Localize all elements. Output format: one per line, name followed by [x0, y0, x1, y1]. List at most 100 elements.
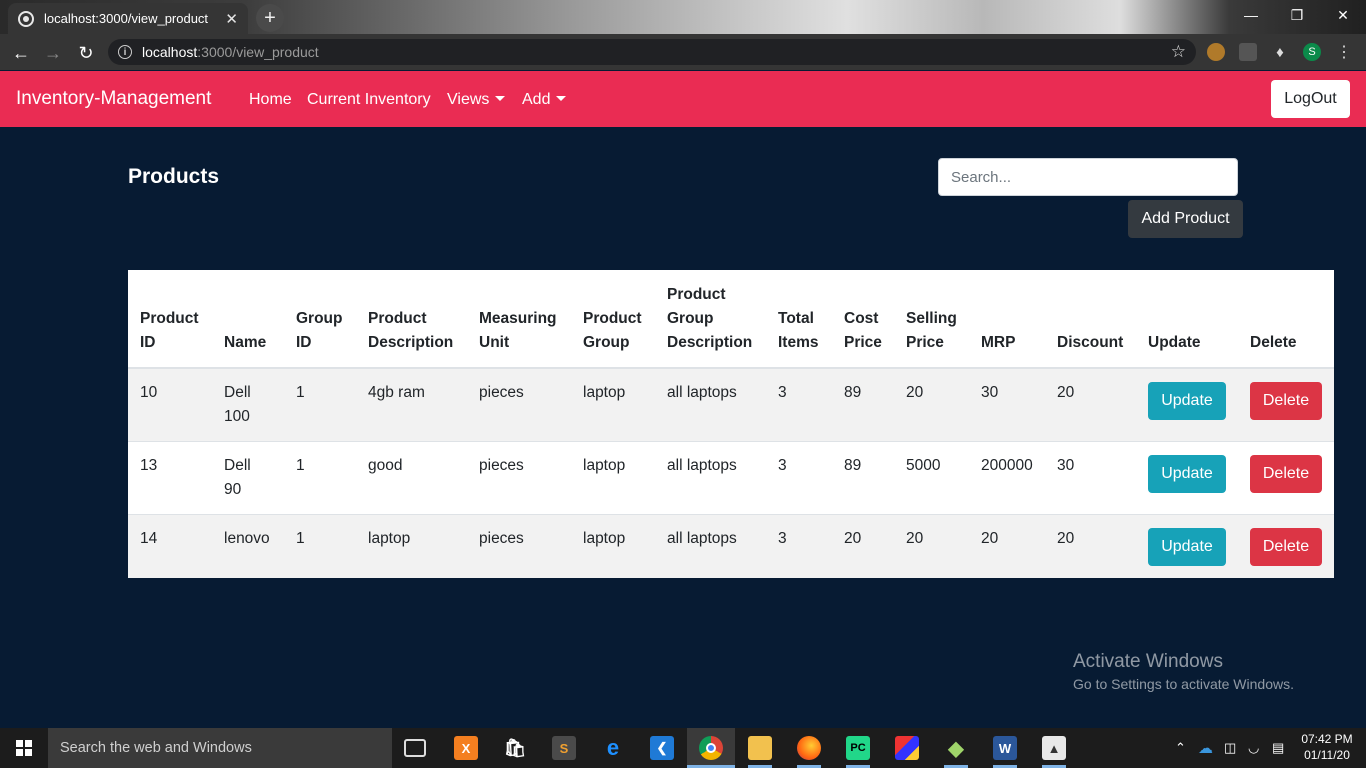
- cell-cost: 89: [832, 367, 894, 442]
- col-measuring-unit: Measuring Unit: [467, 270, 571, 369]
- col-update: Update: [1136, 270, 1238, 369]
- cell-mrp: 30: [969, 367, 1045, 442]
- cell-group-desc: all laptops: [655, 514, 766, 578]
- address-bar[interactable]: i localhost:3000/view_product ☆: [108, 39, 1196, 65]
- cell-group: laptop: [571, 514, 655, 578]
- caret-down-icon: [495, 96, 506, 101]
- search-input[interactable]: [938, 158, 1238, 196]
- chrome-icon[interactable]: [699, 736, 723, 760]
- minimize-button[interactable]: —: [1228, 0, 1274, 30]
- col-product-description: Product Description: [356, 270, 467, 369]
- cell-total: 3: [766, 441, 832, 515]
- globe-icon: [18, 10, 34, 27]
- cell-product-id: 13: [128, 441, 212, 515]
- nav-views-dropdown[interactable]: Views: [447, 91, 506, 109]
- col-product-group: Product Group: [571, 270, 655, 369]
- caret-down-icon: [556, 96, 567, 101]
- update-button[interactable]: Update: [1148, 528, 1226, 566]
- pycharm-icon[interactable]: PC: [846, 736, 870, 760]
- cell-update: Update: [1136, 367, 1238, 442]
- task-view-icon[interactable]: [404, 739, 426, 757]
- cell-delete: Delete: [1238, 514, 1334, 578]
- puzzle-extensions-icon[interactable]: ♦: [1271, 43, 1289, 61]
- onedrive-icon[interactable]: ☁: [1198, 728, 1213, 768]
- delete-button[interactable]: Delete: [1250, 382, 1322, 420]
- tray-overflow-icon[interactable]: ⌃: [1175, 728, 1186, 768]
- taskbar-search-box[interactable]: Search the web and Windows: [48, 728, 392, 768]
- sublime-icon[interactable]: S: [552, 736, 576, 760]
- col-cost-price: Cost Price: [832, 270, 894, 369]
- add-product-button[interactable]: Add Product: [1128, 200, 1243, 238]
- nav-current-inventory[interactable]: Current Inventory: [307, 91, 431, 109]
- table-row: 14 lenovo 1 laptop pieces laptop all lap…: [128, 514, 1334, 578]
- bookmark-star-icon[interactable]: ☆: [1171, 42, 1186, 62]
- cell-discount: 20: [1045, 367, 1136, 442]
- cookie-extension-icon[interactable]: [1207, 43, 1225, 61]
- col-mrp: MRP: [969, 270, 1045, 369]
- cell-product-id: 10: [128, 367, 212, 442]
- cell-product-id: 14: [128, 514, 212, 578]
- cell-group: laptop: [571, 367, 655, 442]
- git-icon[interactable]: ◆: [944, 736, 968, 760]
- start-button[interactable]: [0, 728, 48, 768]
- update-button[interactable]: Update: [1148, 382, 1226, 420]
- page-title: Products: [128, 165, 220, 188]
- info-icon[interactable]: i: [118, 45, 132, 59]
- nav-add-label: Add: [522, 91, 551, 108]
- col-group-id: Group ID: [284, 270, 356, 369]
- update-button[interactable]: Update: [1148, 455, 1226, 493]
- cell-discount: 20: [1045, 514, 1136, 578]
- edge-icon[interactable]: e: [601, 735, 625, 760]
- photos-icon[interactable]: ▲: [1042, 736, 1066, 760]
- cell-update: Update: [1136, 441, 1238, 515]
- browser-tab-active[interactable]: localhost:3000/view_product ✕: [8, 3, 248, 34]
- watermark-title: Activate Windows: [1073, 651, 1223, 672]
- word-icon[interactable]: W: [993, 736, 1017, 760]
- cell-mrp: 200000: [969, 441, 1045, 515]
- cell-total: 3: [766, 367, 832, 442]
- xampp-icon[interactable]: X: [454, 736, 478, 760]
- cell-unit: pieces: [467, 367, 571, 442]
- col-product-group-description: Product Group Description: [655, 270, 766, 369]
- close-window-button[interactable]: ✕: [1320, 0, 1366, 30]
- app-navbar: Inventory-Management Home Current Invent…: [0, 71, 1366, 127]
- notifications-icon[interactable]: ▤: [1272, 728, 1284, 768]
- menu-kebab-icon[interactable]: ⋮: [1335, 43, 1353, 61]
- file-explorer-icon[interactable]: [748, 736, 772, 760]
- vscode-icon[interactable]: ❮: [650, 736, 674, 760]
- cell-name: Dell 90: [212, 441, 284, 515]
- tab-title: localhost:3000/view_product: [44, 11, 209, 26]
- logout-button[interactable]: LogOut: [1271, 80, 1350, 118]
- app-icon[interactable]: [895, 736, 919, 760]
- brand-link[interactable]: Inventory-Management: [16, 88, 211, 110]
- extension-icon[interactable]: [1239, 43, 1257, 61]
- taskbar-clock[interactable]: 07:42 PM 01/11/20: [1296, 731, 1358, 763]
- clock-date: 01/11/20: [1304, 748, 1350, 762]
- new-tab-button[interactable]: +: [256, 4, 284, 32]
- reload-icon[interactable]: ↻: [75, 42, 97, 64]
- cell-delete: Delete: [1238, 441, 1334, 515]
- watermark-subtitle: Go to Settings to activate Windows.: [1073, 676, 1294, 692]
- cell-cost: 89: [832, 441, 894, 515]
- cell-unit: pieces: [467, 514, 571, 578]
- nav-home[interactable]: Home: [249, 91, 292, 109]
- nav-add-dropdown[interactable]: Add: [522, 91, 567, 109]
- table-row: 13 Dell 90 1 good pieces laptop all lapt…: [128, 441, 1334, 515]
- delete-button[interactable]: Delete: [1250, 528, 1322, 566]
- back-arrow-icon[interactable]: ←: [10, 42, 32, 64]
- cell-selling: 20: [894, 367, 969, 442]
- windows-taskbar: Search the web and Windows X 🛍 S e ❮ PC …: [0, 728, 1366, 768]
- windows-logo-icon: [16, 740, 32, 756]
- forward-arrow-icon[interactable]: →: [42, 42, 64, 64]
- delete-button[interactable]: Delete: [1250, 455, 1322, 493]
- store-icon[interactable]: 🛍: [503, 736, 527, 760]
- firefox-icon[interactable]: [797, 736, 821, 760]
- products-table: Product ID Name Group ID Product Descrip…: [128, 270, 1334, 578]
- profile-avatar[interactable]: S: [1303, 43, 1321, 61]
- table-row: 10 Dell 100 1 4gb ram pieces laptop all …: [128, 367, 1334, 442]
- tab-close-icon[interactable]: ✕: [225, 10, 238, 28]
- restore-button[interactable]: ❐: [1274, 0, 1320, 30]
- defender-icon[interactable]: ◫: [1224, 728, 1236, 768]
- table-header-row: Product ID Name Group ID Product Descrip…: [128, 270, 1334, 369]
- wifi-icon[interactable]: ◡: [1248, 728, 1259, 768]
